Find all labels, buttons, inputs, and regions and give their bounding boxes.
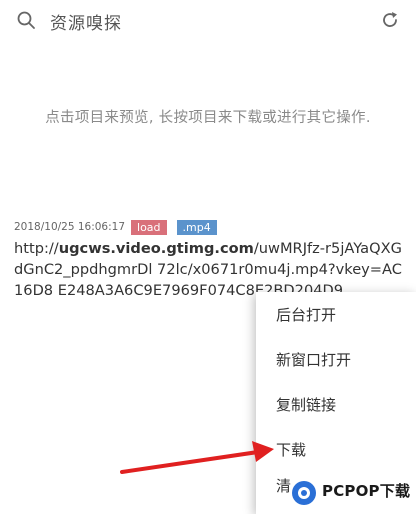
tag-mp4: .mp4 (176, 219, 217, 235)
entry-timestamp: 2018/10/25 16:06:17 (14, 221, 126, 233)
header-bar: 资源嗅探 (0, 0, 416, 40)
resource-entry[interactable]: 2018/10/25 16:06:17 load .mp4 http://ugc… (14, 218, 406, 301)
menu-item-copy-link[interactable]: 复制链接 (276, 394, 336, 415)
tag-load: load (131, 219, 167, 235)
pcpop-logo-icon (292, 481, 316, 505)
watermark: PCPOP下载 (290, 476, 416, 512)
watermark-brand: PCPOP下载 (322, 482, 411, 500)
menu-item-download[interactable]: 下载 (276, 439, 306, 460)
menu-item-clear[interactable]: 清 (276, 475, 291, 496)
url-prefix: http:// (14, 240, 59, 257)
search-icon[interactable] (16, 10, 36, 30)
menu-item-open-new-window[interactable]: 新窗口打开 (276, 349, 351, 370)
entry-meta: 2018/10/25 16:06:17 load .mp4 (14, 218, 406, 236)
menu-item-open-background[interactable]: 后台打开 (276, 304, 336, 325)
red-arrow-annotation (120, 441, 274, 474)
refresh-icon[interactable] (380, 10, 400, 30)
page-title: 资源嗅探 (50, 14, 122, 34)
instruction-hint: 点击项目来预览, 长按项目来下载或进行其它操作. (45, 110, 371, 126)
url-host: ugcws.video.gtimg.com (58, 240, 254, 257)
